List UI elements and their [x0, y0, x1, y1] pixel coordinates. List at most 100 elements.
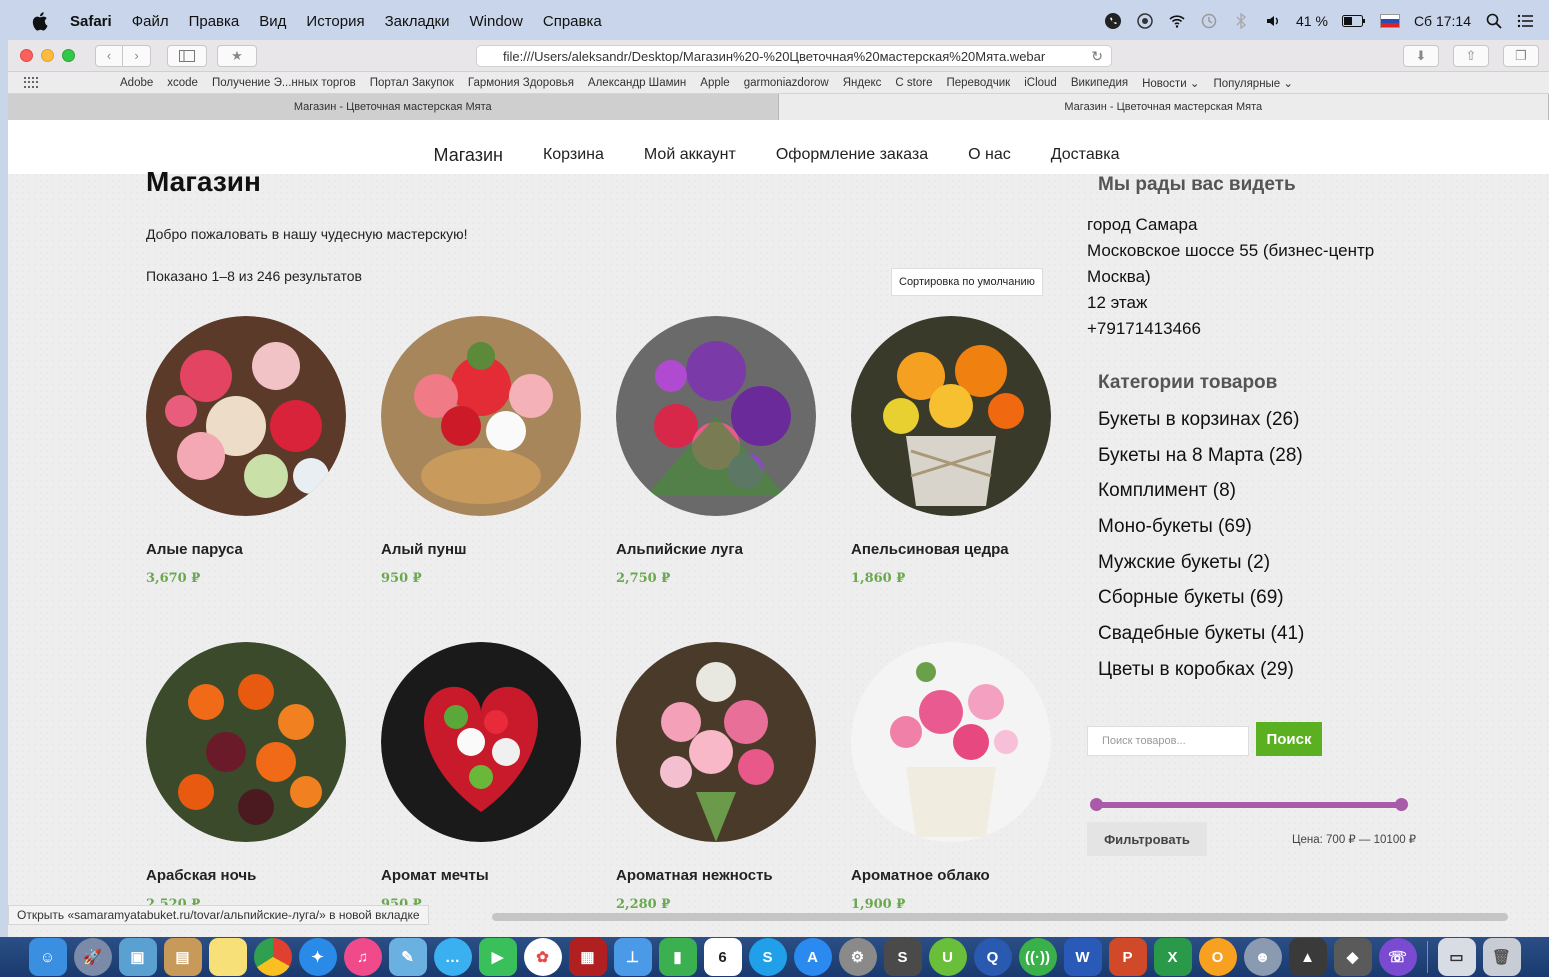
appstore-icon[interactable]: A — [793, 938, 832, 976]
category-link[interactable]: Букеты в корзинах (26) — [1098, 402, 1418, 438]
category-link[interactable]: Мужские букеты (2) — [1098, 545, 1418, 581]
favorite-folder[interactable]: Новости ⌄ — [1142, 76, 1199, 90]
preview-icon[interactable]: ▣ — [118, 938, 157, 976]
volume-icon[interactable] — [1264, 12, 1282, 30]
bluetooth-icon[interactable] — [1232, 12, 1250, 30]
tab-overview-button[interactable]: ❐ — [1503, 45, 1539, 67]
product-card[interactable]: Альпийские луга 2,750 ₽ — [616, 316, 836, 586]
product-name[interactable]: Алый пунш — [381, 541, 601, 558]
product-name[interactable]: Арабская ночь — [146, 867, 366, 884]
product-image[interactable] — [851, 642, 1051, 842]
category-link[interactable]: Комплимент (8) — [1098, 473, 1418, 509]
airdrop-icon[interactable]: ((·)) — [1018, 938, 1057, 976]
wifi-icon[interactable] — [1168, 12, 1186, 30]
finder2-icon[interactable]: ▭ — [1437, 938, 1476, 976]
search-button[interactable]: Поиск — [1256, 722, 1322, 756]
favorite-folder[interactable]: Популярные ⌄ — [1213, 76, 1293, 90]
migration-icon[interactable]: ☻ — [1243, 938, 1282, 976]
product-name[interactable]: Ароматное облако — [851, 867, 1071, 884]
menu-view[interactable]: Вид — [259, 13, 286, 30]
product-card[interactable]: Апельсиновая цедра 1,860 ₽ — [851, 316, 1071, 586]
favorite-link[interactable]: Получение Э...нных торгов — [212, 77, 356, 89]
minimize-window-button[interactable] — [41, 49, 54, 62]
price-max-handle[interactable] — [1395, 798, 1408, 811]
menu-file[interactable]: Файл — [132, 13, 169, 30]
time-machine-icon[interactable] — [1200, 12, 1218, 30]
product-image[interactable] — [381, 642, 581, 842]
trash-icon[interactable]: 🗑 — [1482, 938, 1521, 976]
favorite-link[interactable]: garmoniazdorow — [744, 77, 829, 89]
favorite-link[interactable]: Гармония Здоровья — [468, 77, 574, 89]
photos-icon[interactable]: ✿ — [523, 938, 562, 976]
product-search-input[interactable]: Поиск товаров... — [1087, 726, 1249, 756]
product-image[interactable] — [616, 642, 816, 842]
sort-select[interactable]: Сортировка по умолчанию — [891, 268, 1043, 296]
category-link[interactable]: Моно-букеты (69) — [1098, 509, 1418, 545]
favorite-link[interactable]: Википедия — [1071, 77, 1128, 89]
battery-percent[interactable]: 41 % — [1296, 13, 1328, 29]
product-card[interactable]: Ароматное облако 1,900 ₽ — [851, 642, 1071, 912]
sidebar-button[interactable] — [167, 44, 207, 67]
apple-icon[interactable] — [30, 10, 52, 32]
product-card[interactable]: Ароматная нежность 2,280 ₽ — [616, 642, 836, 912]
messages-icon[interactable]: … — [433, 938, 472, 976]
nav-about[interactable]: О нас — [968, 146, 1011, 164]
clock[interactable]: Сб 17:14 — [1414, 13, 1471, 29]
preferences-icon[interactable]: ⚙ — [838, 938, 877, 976]
favorite-link[interactable]: Александр Шамин — [588, 77, 686, 89]
calendar-icon[interactable]: 6 — [703, 938, 742, 976]
close-window-button[interactable] — [20, 49, 33, 62]
menu-window[interactable]: Window — [470, 13, 523, 30]
launchpad-icon[interactable]: 🚀 — [73, 938, 112, 976]
product-image[interactable] — [146, 642, 346, 842]
finder-icon[interactable]: ☺ — [28, 938, 67, 976]
favorite-link[interactable]: Портал Закупок — [370, 77, 454, 89]
keynote-icon[interactable]: ⊥ — [613, 938, 652, 976]
menu-help[interactable]: Справка — [543, 13, 602, 30]
favorite-link[interactable]: Apple — [700, 77, 729, 89]
reload-icon[interactable]: ↻ — [1091, 48, 1103, 65]
chrome-icon[interactable] — [253, 938, 292, 976]
share-button[interactable]: ⇧ — [1453, 45, 1489, 67]
app-icon[interactable]: ✎ — [388, 938, 427, 976]
phone-number[interactable]: +79171413466 — [1087, 316, 1427, 342]
top-sites-button[interactable]: ★ — [217, 44, 257, 67]
favorite-link[interactable]: xcode — [167, 77, 198, 89]
downloads-button[interactable]: ⬇ — [1403, 45, 1439, 67]
favorite-link[interactable]: Переводчик — [946, 77, 1010, 89]
safari-icon[interactable]: ✦ — [298, 938, 337, 976]
nav-cart[interactable]: Корзина — [543, 146, 604, 164]
forward-button[interactable]: › — [123, 44, 151, 67]
product-card[interactable]: Алый пунш 950 ₽ — [381, 316, 601, 586]
nav-delivery[interactable]: Доставка — [1051, 146, 1120, 164]
product-image[interactable] — [146, 316, 346, 516]
favorite-link[interactable]: Яндекс — [843, 77, 882, 89]
product-card[interactable]: Алые паруса 3,670 ₽ — [146, 316, 366, 586]
product-card[interactable]: Аромат мечты 950 ₽ — [381, 642, 601, 912]
viber-icon[interactable]: ☏ — [1378, 938, 1417, 976]
product-image[interactable] — [851, 316, 1051, 516]
category-link[interactable]: Свадебные букеты (41) — [1098, 616, 1418, 652]
nav-checkout[interactable]: Оформление заказа — [776, 146, 928, 164]
powerpoint-icon[interactable]: P — [1108, 938, 1147, 976]
price-slider[interactable] — [1090, 798, 1408, 811]
facetime-icon[interactable]: ▶ — [478, 938, 517, 976]
photobooth-icon[interactable]: ▦ — [568, 938, 607, 976]
product-name[interactable]: Алые паруса — [146, 541, 366, 558]
nav-account[interactable]: Мой аккаунт — [644, 146, 736, 164]
numbers-icon[interactable]: ▮ — [658, 938, 697, 976]
horizontal-scrollbar[interactable] — [492, 913, 1508, 921]
apps-grid-icon[interactable] — [24, 76, 38, 89]
browser-tab-active[interactable]: Магазин - Цветочная мастерская Мята — [778, 94, 1549, 120]
excel-icon[interactable]: X — [1153, 938, 1192, 976]
sublime-icon[interactable]: S — [883, 938, 922, 976]
favorite-link[interactable]: iCloud — [1024, 77, 1057, 89]
favorite-link[interactable]: Adobe — [120, 77, 153, 89]
browser-tab[interactable]: Магазин - Цветочная мастерская Мята — [8, 94, 779, 120]
filter-button[interactable]: Фильтровать — [1087, 822, 1207, 856]
contacts-icon[interactable]: ▤ — [163, 938, 202, 976]
favorite-link[interactable]: C store — [895, 77, 932, 89]
menu-bookmarks[interactable]: Закладки — [385, 13, 450, 30]
odnoklassniki-icon[interactable]: O — [1198, 938, 1237, 976]
price-min-handle[interactable] — [1090, 798, 1103, 811]
